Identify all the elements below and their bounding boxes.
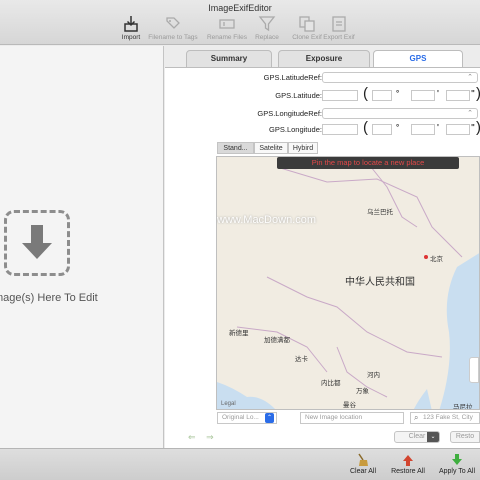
map-city-label: 达卡 [295,356,308,363]
apply-icon [452,454,462,465]
longitude-minutes-field[interactable] [411,124,435,135]
longitude-label: GPS.Longitude: [269,125,322,134]
map-city-label: 万象 [356,388,369,395]
import-icon [124,16,138,32]
nav-arrows[interactable]: ⇐ ⇒ [188,432,214,443]
minute-symbol: ' [437,123,439,132]
filter-icon [258,16,276,32]
window-title: ImageExifEditor [208,3,272,13]
map-city-label: 新德里 [229,330,249,337]
map-legal-link[interactable]: Legal [221,401,236,407]
drop-target[interactable] [4,210,70,276]
longitude-seconds-field[interactable] [446,124,470,135]
longitude-decimal-field[interactable] [322,124,358,135]
latitude-close-paren: ) [476,85,480,102]
map-city-label: 北京 [430,256,443,263]
clear-button[interactable]: Clear ⌄ [394,431,440,443]
broom-icon [358,453,368,466]
restore-all-button[interactable]: Restore All [383,453,433,475]
map-zoom-control[interactable] [469,357,479,383]
latitude-open-paren: ( [363,85,368,102]
restore-icon [403,455,413,466]
export-exif-button[interactable]: Export Exif [312,15,366,41]
search-icon: ⌕ [414,413,419,422]
latitude-seconds-field[interactable] [446,90,470,101]
location-search-field[interactable]: ⌕ 123 Fake St, City [410,412,480,424]
tag-icon [166,17,180,29]
tab-gps[interactable]: GPS [373,50,463,68]
filename-to-tags-button[interactable]: Filename to Tags [146,15,200,41]
rename-icon [219,19,235,29]
longitude-ref-select[interactable]: ⌃ [322,108,478,119]
latitude-minutes-field[interactable] [411,90,435,101]
tab-exposure[interactable]: Exposure [278,50,370,68]
drop-instructions: mage(s) Here To Edit [0,292,98,304]
chevron-updown-icon: ⌃ [467,110,473,117]
minute-symbol: ' [437,89,439,98]
tab-summary[interactable]: Summary [186,50,272,68]
degree-symbol: ° [396,89,400,98]
longitude-ref-label: GPS.LongitudeRef: [257,109,322,118]
map-city-label: 加德满都 [264,337,290,344]
longitude-close-paren: ) [476,119,480,136]
map-view[interactable]: www.MacDown.com 乌兰巴托 北京 中华人民共和国 新德里 加德满都… [216,156,480,410]
map-city-label: 内比都 [321,380,341,387]
download-arrow-icon [22,225,52,259]
map-city-label: 河内 [367,372,380,379]
map-type-satellite[interactable]: Satelite [254,142,288,154]
latitude-degrees-field[interactable] [372,90,392,101]
latitude-label: GPS.Latitude: [275,91,322,100]
map-instruction-banner: Pin the map to locate a new place [277,157,459,169]
restore-button[interactable]: Resto [450,431,480,443]
next-arrow-icon[interactable]: ⇒ [206,432,214,442]
bottom-toolbar: Clear All Restore All Apply To All [0,448,480,480]
map-city-label: 乌兰巴托 [367,209,393,216]
chevron-down-icon: ⌄ [427,432,439,442]
apply-to-all-button[interactable]: Apply To All [432,453,480,475]
tab-bar: Summary Exposure GPS [165,50,480,68]
latitude-ref-select[interactable]: ⌃ [322,72,478,83]
clear-all-button[interactable]: Clear All [338,453,388,475]
watermark: www.MacDown.com [217,214,317,226]
chevron-updown-icon: ⌃ [467,74,473,81]
longitude-degrees-field[interactable] [372,124,392,135]
map-city-label: 曼谷 [343,402,356,409]
map-type-hybrid[interactable]: Hybird [288,142,318,154]
chevron-updown-icon: ⌃ [265,413,274,423]
window-titlebar: ImageExifEditor Import Filename to Tags … [0,0,480,45]
map-city-label: 马尼拉 [453,404,473,410]
second-symbol: " [471,123,475,132]
longitude-open-paren: ( [363,119,368,136]
degree-symbol: ° [396,123,400,132]
latitude-decimal-field[interactable] [322,90,358,101]
second-symbol: " [471,89,475,98]
map-type-standard[interactable]: Stand... [217,142,254,154]
image-drop-pane[interactable]: mage(s) Here To Edit [0,46,164,448]
previous-arrow-icon[interactable]: ⇐ [188,432,196,442]
export-icon [332,16,346,32]
new-location-field[interactable]: New Image location [300,412,404,424]
original-location-select[interactable]: Original Lo... ⌃ [217,412,277,424]
latitude-ref-label: GPS.LatitudeRef: [263,73,322,82]
map-country-label: 中华人民共和国 [345,277,415,288]
